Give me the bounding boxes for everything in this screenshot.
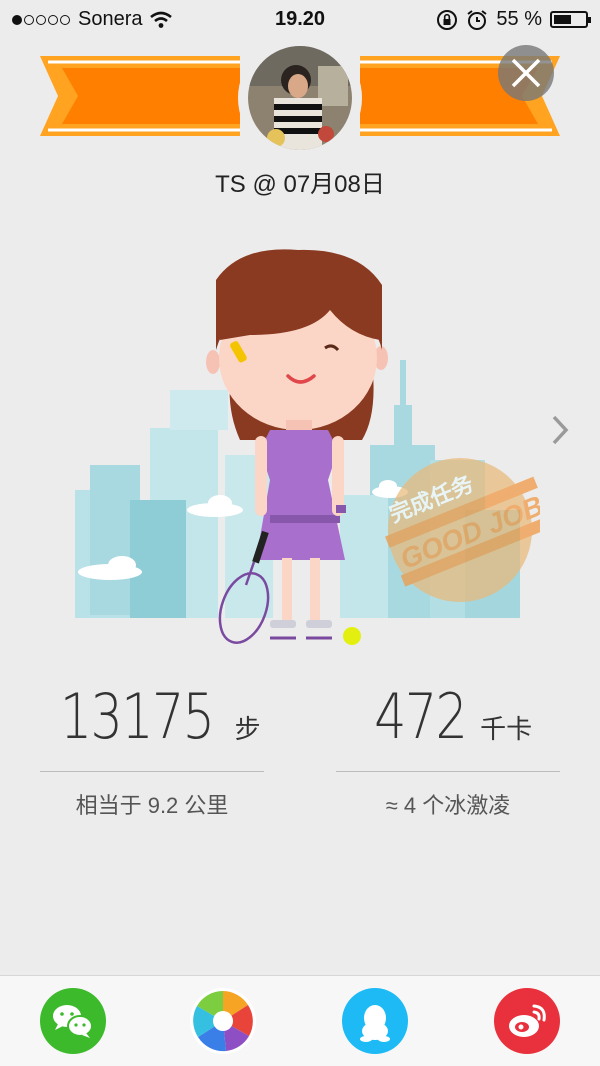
tennis-ball: [343, 627, 361, 645]
steps-stat: 13175 步: [40, 680, 264, 753]
share-qq-button[interactable]: [342, 988, 408, 1054]
status-right: 55 %: [436, 8, 591, 31]
share-weibo-button[interactable]: [494, 988, 560, 1054]
next-chevron-icon[interactable]: [550, 413, 570, 456]
close-icon: [511, 58, 541, 88]
qq-penguin-icon: [360, 1005, 390, 1042]
avatar-photo: [248, 46, 352, 150]
calories-unit: 千卡: [480, 714, 533, 744]
calories-value: 472: [373, 680, 468, 753]
calories-equivalent-note: ≈ 4 个冰激凌: [385, 793, 511, 818]
camera-aperture-icon: [191, 989, 255, 1053]
share-moments-button[interactable]: [190, 988, 256, 1054]
girl-tennis-illustration: GOOD JOB 完成任务: [75, 249, 540, 645]
steps-value: 13175: [60, 680, 215, 753]
share-bar: [0, 975, 600, 1066]
battery-percent: 55 %: [496, 8, 542, 30]
calories-stat: 472 千卡: [336, 680, 560, 753]
weibo-icon: [509, 1004, 546, 1037]
banner-left: [40, 56, 240, 136]
close-button[interactable]: [498, 45, 554, 101]
steps-distance-note: 相当于 9.2 公里: [75, 793, 229, 818]
status-bar: Sonera 19.20 55 %: [0, 0, 600, 40]
avatar[interactable]: [248, 46, 352, 150]
steps-divider: [40, 771, 264, 772]
calories-divider: [336, 771, 560, 772]
share-wechat-button[interactable]: [40, 988, 106, 1054]
steps-unit: 步: [234, 714, 261, 744]
wechat-icon: [53, 1005, 93, 1038]
user-date-label: TS @ 07月08日: [215, 171, 385, 198]
battery-icon: [550, 11, 591, 28]
alarm-icon: [467, 9, 488, 30]
rotation-lock-icon: [437, 9, 458, 30]
